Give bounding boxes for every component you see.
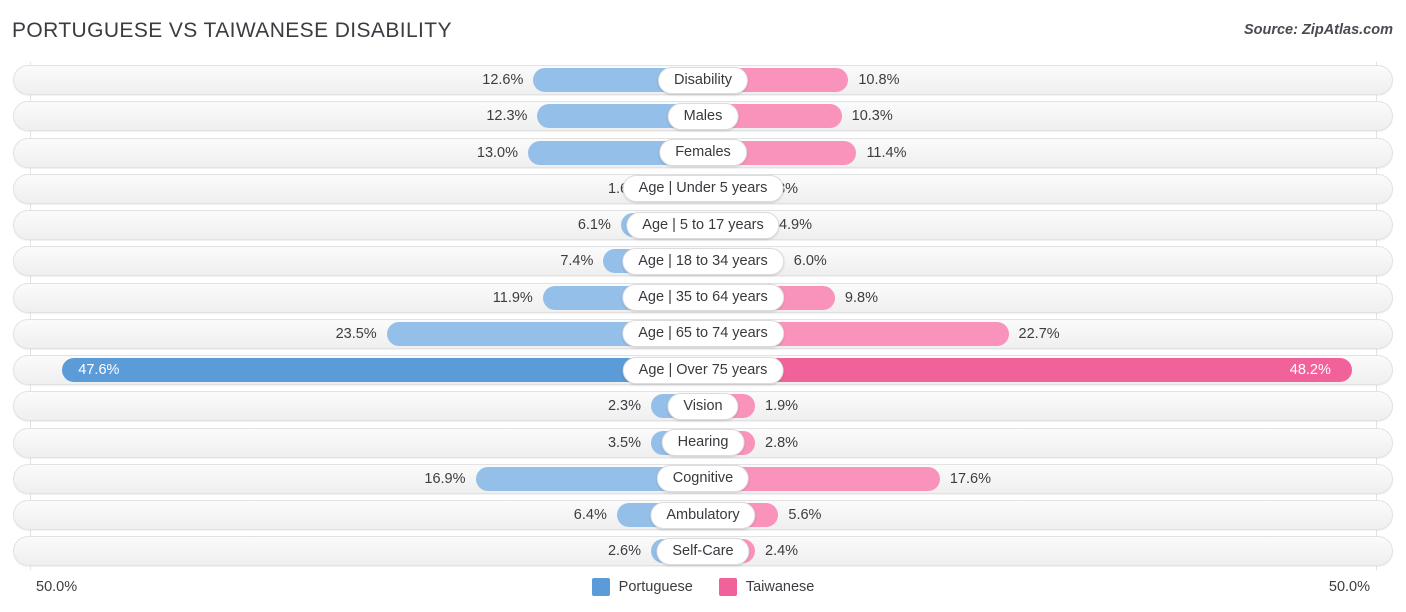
category-label: Ambulatory <box>650 501 756 529</box>
value-label-portuguese: 12.6% <box>482 72 524 88</box>
value-label-taiwanese: 6.0% <box>793 253 827 270</box>
bar-row: 23.5% 22.7% Age | 65 to 74 years <box>0 316 1406 352</box>
bar-row: 7.4% 6.0% Age | 18 to 34 years <box>0 243 1406 279</box>
value-label-taiwanese: 5.6% <box>788 507 822 524</box>
chart-footer: 50.0% 50.0% Portuguese Taiwanese <box>0 570 1406 612</box>
value-label-portuguese: 2.3% <box>607 398 641 415</box>
value-label-taiwanese: 10.3% <box>851 108 893 125</box>
category-label: Age | 18 to 34 years <box>622 247 784 275</box>
value-label-portuguese: 16.9% <box>424 470 466 487</box>
value-label-taiwanese: 22.7% <box>1018 325 1060 342</box>
value-label-portuguese: 7.4% <box>560 253 594 270</box>
bar-row: 11.9% 9.8% Age | 35 to 64 years <box>0 280 1406 316</box>
category-label: Age | 35 to 64 years <box>622 284 784 312</box>
chart-legend: Portuguese Taiwanese <box>0 578 1406 596</box>
bar-row: 12.6% 10.8% Disability <box>0 62 1406 98</box>
chart-header: PORTUGUESE VS TAIWANESE DISABILITY Sourc… <box>0 0 1406 62</box>
legend-swatch-icon <box>591 578 610 596</box>
legend-item[interactable]: Taiwanese <box>718 578 815 596</box>
bar-taiwanese <box>703 358 1352 383</box>
category-label: Cognitive <box>656 465 750 493</box>
value-label-taiwanese: 48.2% <box>1289 362 1331 379</box>
category-label: Males <box>667 102 739 130</box>
value-label-portuguese: 12.3% <box>486 108 528 125</box>
bar-row: 6.4% 5.6% Ambulatory <box>0 497 1406 533</box>
value-label-portuguese: 6.4% <box>573 507 607 524</box>
value-label-taiwanese: 2.8% <box>765 434 799 451</box>
value-label-portuguese: 47.6% <box>78 362 120 379</box>
bar-portuguese <box>62 358 703 383</box>
category-label: Disability <box>657 66 749 94</box>
bar-row: 2.6% 2.4% Self-Care <box>0 533 1406 569</box>
category-label: Age | Over 75 years <box>622 356 784 384</box>
source-attribution: Source: ZipAtlas.com <box>1243 22 1393 38</box>
value-label-taiwanese: 2.4% <box>765 543 799 560</box>
legend-item[interactable]: Portuguese <box>591 578 693 596</box>
bar-row: 3.5% 2.8% Hearing <box>0 425 1406 461</box>
category-label: Age | 65 to 74 years <box>622 320 784 348</box>
value-label-portuguese: 6.1% <box>577 217 611 234</box>
value-label-taiwanese: 9.8% <box>844 289 878 306</box>
value-label-portuguese: 13.0% <box>476 144 519 161</box>
category-label: Age | 5 to 17 years <box>626 211 780 239</box>
bar-row: 47.6% 48.2% Age | Over 75 years <box>0 352 1406 388</box>
bar-row: 1.6%1.3%Age | Under 5 years <box>0 171 1406 207</box>
category-label: Age | Under 5 years <box>622 175 784 203</box>
bar-row: 6.1% 4.9% Age | 5 to 17 years <box>0 207 1406 243</box>
value-label-portuguese: 23.5% <box>335 325 377 342</box>
bar-row: 13.0% 11.4% Females <box>0 135 1406 171</box>
value-label-taiwanese: 17.6% <box>949 470 992 487</box>
category-label: Self-Care <box>656 537 750 565</box>
value-label-taiwanese: 1.9% <box>765 398 799 415</box>
category-label: Females <box>659 139 747 167</box>
value-label-portuguese: 1.6% <box>0 180 641 198</box>
category-label: Vision <box>667 392 739 420</box>
plot-area: 12.6% 10.8% Disability 12.3% 10.3% Males 13.0%… <box>0 62 1406 570</box>
bar-row: 16.9% 17.6% Cognitive <box>0 461 1406 497</box>
category-label: Hearing <box>661 429 745 457</box>
legend-label: Taiwanese <box>745 579 815 595</box>
bar-row: 2.3% 1.9% Vision <box>0 388 1406 424</box>
legend-swatch-icon <box>718 578 737 596</box>
chart-page: PORTUGUESE VS TAIWANESE DISABILITY Sourc… <box>0 0 1406 612</box>
value-label-taiwanese: 11.4% <box>866 144 907 161</box>
value-label-portuguese: 11.9% <box>492 289 533 306</box>
page-title: PORTUGUESE VS TAIWANESE DISABILITY <box>12 19 452 42</box>
value-label-portuguese: 2.6% <box>607 543 641 560</box>
bar-rows: 12.6% 10.8% Disability 12.3% 10.3% Males 13.0%… <box>0 62 1406 570</box>
legend-label: Portuguese <box>618 579 693 595</box>
value-label-taiwanese: 10.8% <box>858 72 900 88</box>
value-label-portuguese: 3.5% <box>607 434 641 451</box>
bar-row: 12.3% 10.3% Males <box>0 98 1406 134</box>
value-label-taiwanese: 4.9% <box>778 217 813 234</box>
